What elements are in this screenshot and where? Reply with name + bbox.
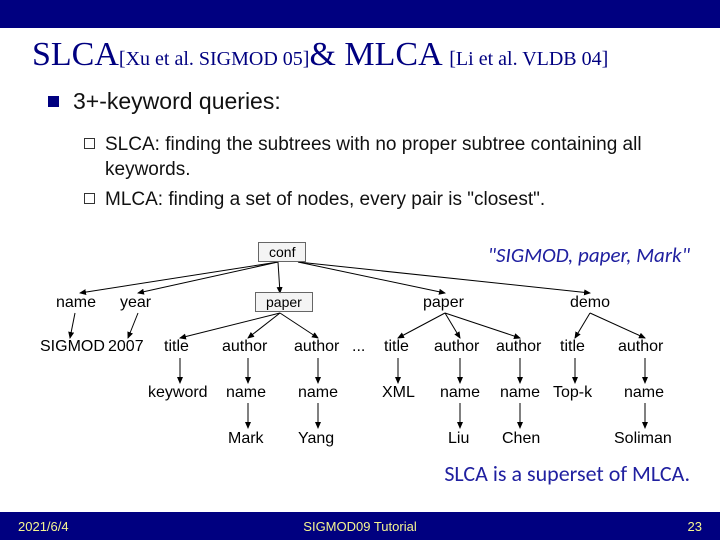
node-liu: Liu [448, 430, 469, 448]
node-keyword: keyword [148, 384, 208, 402]
bullet-main: 3+-keyword queries: [48, 88, 690, 115]
node-paper1: paper [255, 292, 313, 312]
node-topk: Top-k [553, 384, 592, 402]
node-paper2: paper [423, 294, 464, 312]
slca-superset-note: SLCA is a superset of MLCA. [444, 460, 690, 487]
node-2007: 2007 [108, 338, 144, 356]
footer-bar: 2021/6/4 SIGMOD09 Tutorial 23 [0, 512, 720, 540]
node-author3: author [434, 338, 479, 356]
node-sigmod: SIGMOD [40, 338, 105, 356]
node-name5: name [624, 384, 664, 402]
node-name4: name [500, 384, 540, 402]
sub-bullet-2-text: MLCA: finding a set of nodes, every pair… [105, 188, 545, 213]
node-name: name [56, 294, 96, 312]
title-slca: SLCA [32, 36, 119, 73]
footer-date: 2021/6/4 [18, 519, 69, 534]
node-name3: name [440, 384, 480, 402]
node-xml: XML [382, 384, 415, 402]
sub-bullet-1-text: SLCA: finding the subtrees with no prope… [105, 133, 690, 182]
xml-tree-diagram: conf name year paper paper demo SIGMOD 2… [0, 238, 720, 488]
footer-center: SIGMOD09 Tutorial [303, 519, 416, 534]
node-chen: Chen [502, 430, 540, 448]
node-title1: title [164, 338, 189, 356]
title-cite2: [Li et al. VLDB 04] [449, 48, 608, 70]
node-ellipsis: ... [352, 338, 365, 356]
node-year: year [120, 294, 151, 312]
node-soliman: Soliman [614, 430, 672, 448]
node-yang: Yang [298, 430, 334, 448]
bullet-main-text: 3+-keyword queries: [73, 88, 281, 115]
footer-page: 23 [688, 519, 702, 534]
hollow-square-icon [84, 138, 95, 149]
content-area: 3+-keyword queries: SLCA: finding the su… [0, 88, 720, 213]
node-mark: Mark [228, 430, 264, 448]
node-name2: name [298, 384, 338, 402]
node-author2: author [294, 338, 339, 356]
title-mlca: & MLCA [309, 36, 449, 73]
node-name1: name [226, 384, 266, 402]
hollow-square-icon [84, 193, 95, 204]
node-author1: author [222, 338, 267, 356]
node-demo: demo [570, 294, 610, 312]
node-title2: title [384, 338, 409, 356]
bullet-square-icon [48, 96, 59, 107]
top-bar [0, 0, 720, 28]
sub-bullet-2: MLCA: finding a set of nodes, every pair… [48, 188, 690, 213]
sub-bullet-1: SLCA: finding the subtrees with no prope… [48, 133, 690, 182]
slide-title: SLCA[Xu et al. SIGMOD 05]& MLCA [Li et a… [0, 28, 720, 88]
tree-edges [0, 238, 720, 488]
title-cite1: [Xu et al. SIGMOD 05] [119, 48, 310, 70]
node-author4: author [496, 338, 541, 356]
node-conf: conf [258, 242, 306, 262]
node-author5: author [618, 338, 663, 356]
node-title3: title [560, 338, 585, 356]
